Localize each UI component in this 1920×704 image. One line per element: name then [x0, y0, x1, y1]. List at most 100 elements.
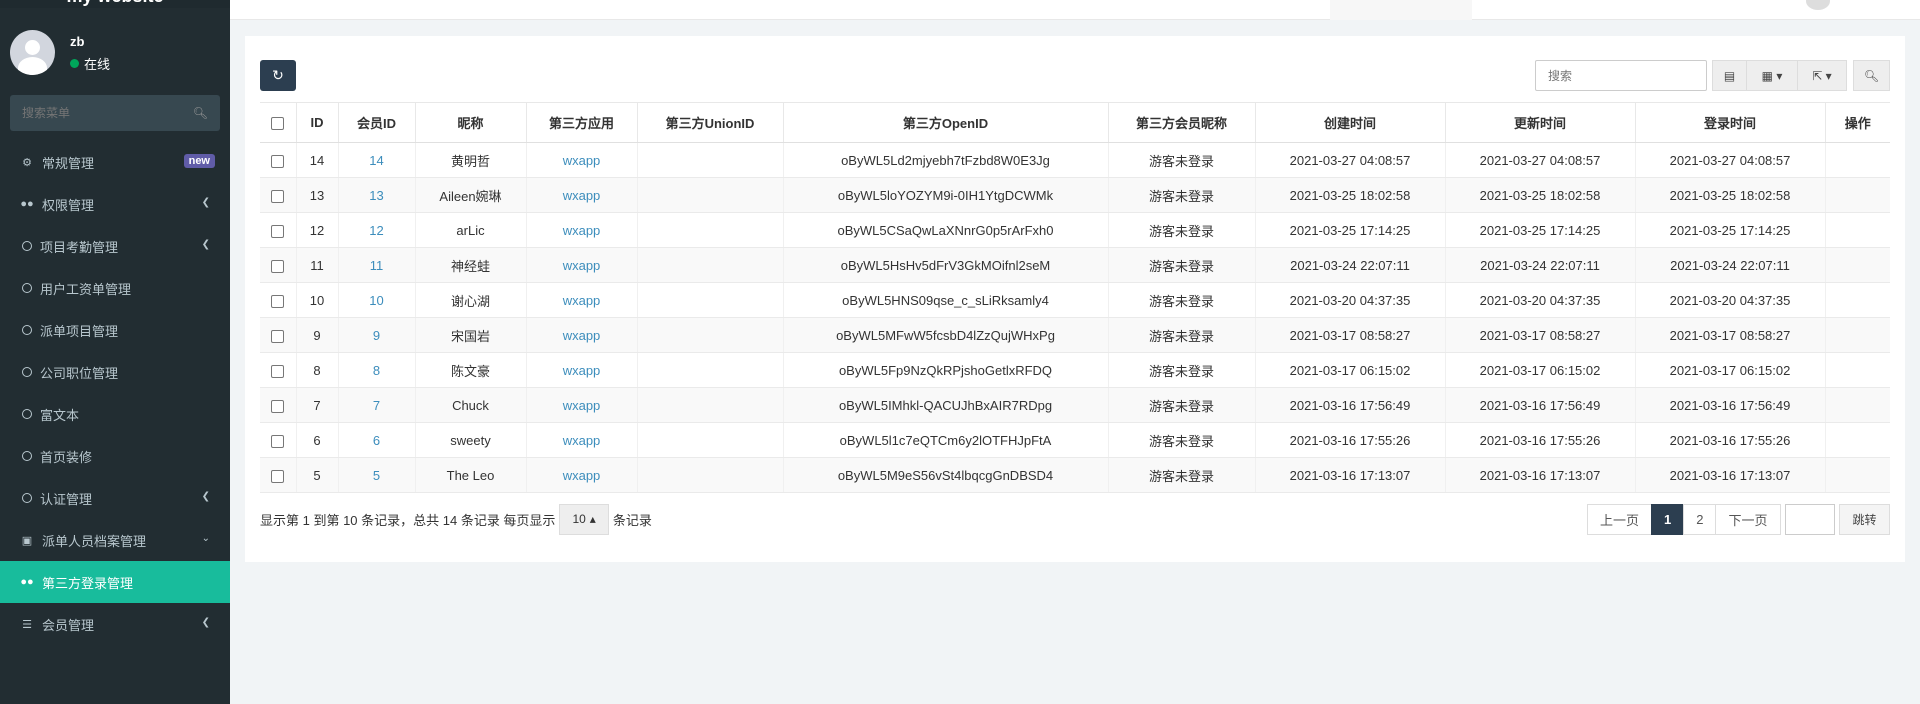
sidebar-item-third-party-login[interactable]: ●● 第三方登录管理 [0, 561, 230, 603]
app-link[interactable]: wxapp [563, 258, 601, 273]
sidebar-item-certification[interactable]: 认证管理 ❮ [0, 477, 230, 519]
member-id-link[interactable]: 7 [373, 398, 380, 413]
advanced-search-button[interactable]: 🔍︎ [1853, 60, 1890, 91]
table-row[interactable]: 10 10 谢心湖 wxapp oByWL5HNS09qse_c_sLiRksamly4… [260, 282, 1890, 318]
cell-openid: oByWL5MFwW5fcsbD4lZzQujWHxPg [782, 317, 1108, 353]
col-header-unionid[interactable]: 第三方UnionID [636, 102, 783, 143]
page-button-2[interactable]: 2 [1683, 504, 1717, 535]
row-checkbox[interactable] [271, 259, 285, 273]
refresh-button[interactable]: ↻ [260, 60, 296, 91]
row-checkbox[interactable] [271, 399, 285, 413]
cell-id: 13 [295, 177, 338, 213]
row-checkbox[interactable] [271, 434, 285, 448]
table-row[interactable]: 6 6 sweety wxapp oByWL5l1c7eQTCm6y2lOTFHJpFt… [260, 422, 1890, 458]
table-search-input[interactable] [1535, 60, 1707, 91]
sidebar-item-attendance[interactable]: 项目考勤管理 ❮ [0, 225, 230, 267]
col-header-nickname[interactable]: 昵称 [414, 102, 526, 143]
sidebar-item-members[interactable]: ☰ 会员管理 ❮ [0, 603, 230, 645]
table-row[interactable]: 14 14 黄明哲 wxapp oByWL5Ld2mjyebh7tFzbd8W0E3Jg… [260, 142, 1890, 178]
table-row[interactable]: 7 7 Chuck wxapp oByWL5IMhkl-QACUJhBxAIR7RDpg… [260, 387, 1890, 423]
header-avatar[interactable] [1806, 0, 1830, 10]
table-row[interactable]: 12 12 arLic wxapp oByWL5CSaQwLaXNnrG0p5rArFx… [260, 212, 1890, 248]
export-button[interactable]: ⇱ ▾ [1797, 60, 1847, 91]
cell-login: 2021-03-17 06:15:02 [1634, 352, 1825, 388]
page-button-1[interactable]: 1 [1651, 504, 1685, 535]
app-link[interactable]: wxapp [563, 223, 601, 238]
table-row[interactable]: 11 11 神经蛙 wxapp oByWL5HsHv5dFrV3GkMOifnl2seM… [260, 247, 1890, 283]
member-id-link[interactable]: 8 [373, 363, 380, 378]
row-checkbox[interactable] [271, 469, 285, 483]
cell-created: 2021-03-25 17:14:25 [1254, 212, 1445, 248]
cell-actions [1824, 282, 1890, 318]
sidebar-item-home-decor[interactable]: 首页装修 [0, 435, 230, 477]
col-header-id[interactable]: ID [295, 102, 338, 143]
user-status-label: 在线 [84, 57, 111, 72]
table-view-icon: ▤ [1723, 68, 1736, 83]
search-icon[interactable]: 🔍︎ [193, 106, 208, 120]
jump-button[interactable]: 跳转 [1839, 504, 1890, 535]
cell-select [260, 177, 296, 213]
col-header-login[interactable]: 登录时间 [1634, 102, 1825, 143]
chevron-left-icon: ❮ [201, 491, 210, 502]
col-header-third-nickname[interactable]: 第三方会员昵称 [1107, 102, 1255, 143]
member-id-link[interactable]: 9 [373, 328, 380, 343]
app-link[interactable]: wxapp [563, 293, 601, 308]
cell-actions [1824, 317, 1890, 353]
row-checkbox[interactable] [271, 189, 285, 203]
member-id-link[interactable]: 13 [369, 188, 383, 203]
cell-third-nickname: 游客未登录 [1107, 387, 1255, 423]
app-logo[interactable]: my website [0, 0, 230, 8]
app-link[interactable]: wxapp [563, 188, 601, 203]
row-checkbox[interactable] [271, 294, 285, 308]
member-id-link[interactable]: 11 [370, 258, 384, 273]
app-link[interactable]: wxapp [563, 153, 601, 168]
table-row[interactable]: 8 8 陈文豪 wxapp oByWL5Fp9NzQkRPjshoGetlxRFDQ 游客… [260, 352, 1890, 388]
member-id-link[interactable]: 14 [369, 153, 383, 168]
cell-app: wxapp [525, 317, 637, 353]
table-row[interactable]: 13 13 Aileen婉琳 wxapp oByWL5loYOZYM9i-0IH1Ytg… [260, 177, 1890, 213]
member-id-link[interactable]: 5 [373, 468, 380, 483]
cell-nickname: 黄明哲 [414, 142, 526, 178]
sidebar-item-dispatch-projects[interactable]: 派单项目管理 [0, 309, 230, 351]
cell-unionid [636, 212, 783, 248]
select-all-checkbox[interactable] [271, 117, 285, 131]
sidebar-item-rich-text[interactable]: 富文本 [0, 393, 230, 435]
app-link[interactable]: wxapp [563, 433, 601, 448]
next-page-button[interactable]: 下一页 [1715, 504, 1781, 535]
member-id-link[interactable]: 10 [369, 293, 383, 308]
page-size-dropdown[interactable]: 10 ▴ [559, 503, 609, 535]
row-checkbox[interactable] [271, 154, 285, 168]
columns-button[interactable]: ▦ ▾ [1746, 60, 1798, 91]
row-checkbox[interactable] [271, 364, 285, 378]
prev-page-button[interactable]: 上一页 [1587, 504, 1653, 535]
member-id-link[interactable]: 6 [373, 433, 380, 448]
member-id-link[interactable]: 12 [369, 223, 383, 238]
app-link[interactable]: wxapp [563, 398, 601, 413]
cell-app: wxapp [525, 212, 637, 248]
toggle-view-button[interactable]: ▤ [1712, 60, 1747, 91]
table-row[interactable]: 5 5 The Leo wxapp oByWL5M9eS56vSt4lbqcgGnDBS… [260, 457, 1890, 493]
table-header-row: ID 会员ID 昵称 第三方应用 第三方UnionID 第三方OpenID 第三… [260, 102, 1890, 143]
jump-page-input[interactable] [1785, 504, 1835, 535]
col-header-updated[interactable]: 更新时间 [1444, 102, 1635, 143]
row-checkbox[interactable] [271, 329, 285, 343]
col-header-openid[interactable]: 第三方OpenID [782, 102, 1108, 143]
table-row[interactable]: 9 9 宋国岩 wxapp oByWL5MFwW5fcsbD4lZzQujWHxPg 游客… [260, 317, 1890, 353]
sidebar-item-payroll[interactable]: 用户工资单管理 [0, 267, 230, 309]
sidebar-item-permissions[interactable]: ●● 权限管理 ❮ [0, 183, 230, 225]
sidebar-item-staff-files[interactable]: ▣ 派单人员档案管理 ⌄ [0, 519, 230, 561]
sidebar-item-general[interactable]: ⚙ 常规管理 new [0, 141, 230, 183]
menu-search-input[interactable] [22, 106, 193, 120]
app-link[interactable]: wxapp [563, 363, 601, 378]
sidebar-item-positions[interactable]: 公司职位管理 [0, 351, 230, 393]
col-header-created[interactable]: 创建时间 [1254, 102, 1445, 143]
nav-tab[interactable] [1330, 0, 1472, 20]
app-link[interactable]: wxapp [563, 328, 601, 343]
sidebar-item-label: 首页装修 [40, 449, 93, 465]
col-header-member-id[interactable]: 会员ID [337, 102, 415, 143]
app-link[interactable]: wxapp [563, 468, 601, 483]
col-header-app[interactable]: 第三方应用 [525, 102, 637, 143]
cell-login: 2021-03-25 18:02:58 [1634, 177, 1825, 213]
sidebar-item-label: 派单项目管理 [40, 323, 119, 339]
row-checkbox[interactable] [271, 224, 285, 238]
